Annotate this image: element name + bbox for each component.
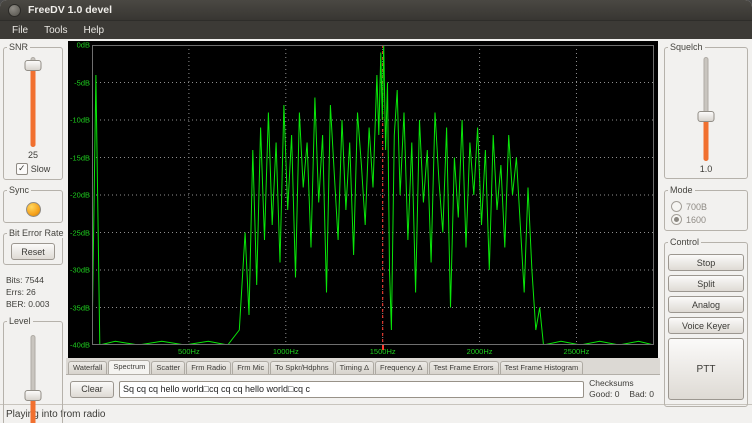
x-axis-label: 1000Hz [273,347,299,356]
tab-frm-radio[interactable]: Frm Radio [186,361,231,374]
radio-icon [671,201,682,212]
control-buttons: Stop Split Analog Voice Keyer [668,252,744,336]
tab-frm-mic[interactable]: Frm Mic [232,361,269,374]
tab-timing[interactable]: Timing Δ [335,361,374,374]
center-column: 0dB -5dB -10dB -15dB -20dB -25dB -30dB -35dB -40… [66,39,660,404]
slow-checkbox-label: Slow [31,164,51,174]
ber-stats: Bits: 7544 Errs: 26 BER: 0.003 [3,275,49,311]
y-axis-label: -30dB [70,266,90,275]
y-axis-gutter: 0dB-5dB-10dB-15dB-20dB-25dB-30dB-35dB-40… [68,45,92,358]
y-axis-label: -15dB [70,153,90,162]
mode-radio-1600[interactable]: 1600 [668,213,744,226]
mode-radio-700b[interactable]: 700B [668,200,744,213]
y-axis-label: -25dB [70,228,90,237]
y-axis-label: -35dB [70,303,90,312]
sync-group: Sync [3,190,63,223]
tab-frequency[interactable]: Frequency Δ [375,361,428,374]
mode-group: Mode 700B1600 [664,190,748,231]
y-axis-label: -20dB [70,191,90,200]
spectrum-panel: 0dB -5dB -10dB -15dB -20dB -25dB -30dB -35dB -40… [68,41,658,358]
mode-group-label: Mode [668,185,695,195]
voice-keyer-button[interactable]: Voice Keyer [668,317,744,334]
menu-item-help[interactable]: Help [75,24,112,37]
slow-checkbox[interactable] [16,163,28,175]
bits-count: Bits: 7544 [6,275,49,287]
tab-spectrum[interactable]: Spectrum [108,360,150,374]
squelch-group-label: Squelch [668,42,705,52]
clear-button[interactable]: Clear [70,381,114,398]
slider-handle[interactable] [25,390,42,401]
checksums-bad: Bad: 0 [629,389,654,400]
snr-group: SNR 25 Slow [3,47,63,180]
ber-group: Bit Error Rate Reset [3,233,63,265]
slider-fill [31,66,36,147]
sync-group-label: Sync [7,185,31,195]
squelch-value: 1.0 [700,164,713,174]
reset-button[interactable]: Reset [11,243,55,260]
slider-handle[interactable] [698,111,715,122]
ber-value: BER: 0.003 [6,299,49,311]
level-slider[interactable] [24,335,42,423]
mode-options: 700B 1600 [668,200,744,226]
level-group-label: Level [7,316,33,326]
y-axis-label: -10dB [70,116,90,125]
x-axis-labels: 500Hz1000Hz1500Hz2000Hz2500Hz [92,345,654,358]
control-group-label: Control [668,237,701,247]
plot-tab-bar: WaterfallSpectrumScatterFrm RadioFrm Mic… [66,358,660,375]
left-panel: SNR 25 Slow Sync Bit Error Rate Reset [0,39,66,404]
bottom-row: Clear Checksums Good: 0 Bad: 0 [66,375,660,404]
window-title: FreeDV 1.0 devel [28,4,112,16]
snr-slow-row[interactable]: Slow [16,163,51,175]
text-message-input[interactable] [119,381,584,398]
snr-gauge [24,57,42,147]
control-group: Control StopSplitAnalogVoice Keyer PTT [664,242,748,407]
menu-item-tools[interactable]: Tools [36,24,75,37]
spectrum-plot[interactable] [92,45,654,345]
status-bar: Playing into from radio [0,404,752,423]
window-button-icon[interactable] [8,4,21,17]
slider-handle [25,60,42,71]
checksums-block: Checksums Good: 0 Bad: 0 [589,378,656,399]
squelch-slider[interactable] [697,57,715,161]
app-window: FreeDV 1.0 devel FileToolsHelp SNR 25 Sl… [0,0,752,423]
snr-group-label: SNR [7,42,30,52]
sync-led-icon [26,202,41,217]
analog-button[interactable]: Analog [668,296,744,313]
spectrum-svg [92,45,654,345]
y-axis-label: -40dB [70,341,90,350]
menu-item-file[interactable]: File [4,24,36,37]
y-axis-labels: 0dB-5dB-10dB-15dB-20dB-25dB-30dB-35dB-40… [68,45,92,345]
tab-scatter[interactable]: Scatter [151,361,185,374]
y-axis-label: 0dB [77,41,90,50]
mode-radio-label: 700B [686,202,707,212]
menu-bar: FileToolsHelp [0,20,752,39]
tuning-marker-tick [382,345,384,350]
tab-test-frame-errors[interactable]: Test Frame Errors [429,361,499,374]
right-panel: Squelch 1.0 Mode 700B 1600 Control Stop Sp… [660,39,752,404]
tab-to-spkr-hdphns[interactable]: To Spkr/Hdphns [270,361,333,374]
errors-count: Errs: 26 [6,287,49,299]
ptt-button[interactable]: PTT [668,338,744,400]
title-bar[interactable]: FreeDV 1.0 devel [0,0,752,20]
x-axis-label: 500Hz [178,347,200,356]
squelch-group: Squelch 1.0 [664,47,748,179]
x-axis-label: 2500Hz [564,347,590,356]
ber-group-label: Bit Error Rate [7,228,66,238]
plot-column: 500Hz1000Hz1500Hz2000Hz2500Hz [92,45,654,358]
checksums-good: Good: 0 [589,389,619,400]
mode-radio-label: 1600 [686,215,706,225]
level-group: Level [3,321,63,423]
slider-fill [704,117,709,161]
tab-waterfall[interactable]: Waterfall [68,361,107,374]
split-button[interactable]: Split [668,275,744,292]
stop-button[interactable]: Stop [668,254,744,271]
x-axis-label: 2000Hz [467,347,493,356]
checksums-label: Checksums [589,378,654,389]
tab-test-frame-histogram[interactable]: Test Frame Histogram [500,361,584,374]
snr-value: 25 [28,150,38,160]
main-content: SNR 25 Slow Sync Bit Error Rate Reset [0,39,752,404]
y-axis-label: -5dB [74,78,90,87]
radio-icon [671,214,682,225]
